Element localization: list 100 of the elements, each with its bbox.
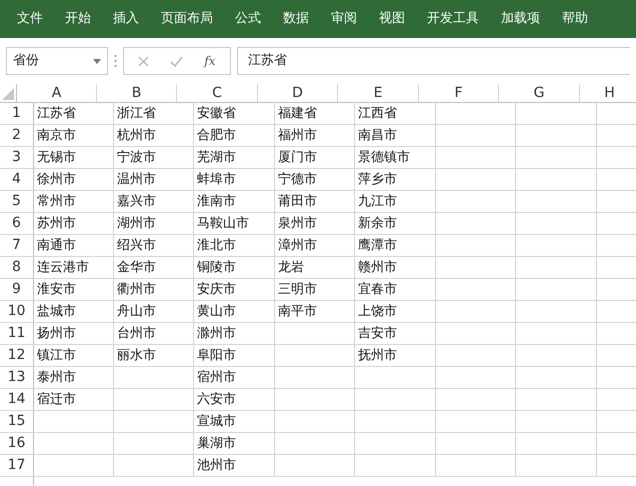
table-cell: 宁波市 — [117, 150, 156, 165]
caret-icon — [93, 58, 101, 64]
triangle-icon — [2, 88, 14, 100]
table-cell: 马鞍山市 — [197, 216, 249, 231]
table-cell: 宁德市 — [278, 172, 317, 187]
table-cell: 浙江省 — [117, 106, 156, 121]
row-header[interactable]: 7 — [0, 235, 34, 256]
ribbon-tab[interactable]: 数据 — [272, 4, 320, 34]
table-cell: 厦门市 — [278, 150, 317, 165]
ribbon-tab[interactable]: 开始 — [54, 4, 102, 34]
checkmark-icon[interactable] — [170, 56, 184, 66]
column-header[interactable]: G — [499, 84, 580, 102]
table-cell: 衢州市 — [117, 282, 156, 297]
table-cell: 安庆市 — [197, 282, 236, 297]
table-cell: 福建省 — [278, 106, 317, 121]
row-header[interactable]: 15 — [0, 411, 34, 432]
table-cell: 赣州市 — [358, 260, 397, 275]
column-header[interactable]: C — [177, 84, 258, 102]
row-header[interactable]: 16 — [0, 433, 34, 454]
table-cell: 嘉兴市 — [117, 194, 156, 209]
cancel-icon[interactable] — [138, 56, 150, 66]
table-cell: 盐城市 — [37, 304, 76, 319]
table-cell: 巢湖市 — [197, 436, 236, 451]
table-cell: 莆田市 — [278, 194, 317, 209]
table-cell: 南平市 — [278, 304, 317, 319]
ribbon-tab[interactable]: 公式 — [224, 4, 272, 34]
table-cell: 池州市 — [197, 458, 236, 473]
row-header[interactable]: 6 — [0, 213, 34, 234]
name-box[interactable]: 省份 — [6, 47, 108, 75]
table-cell: 宜春市 — [358, 282, 397, 297]
table-cell: 龙岩 — [278, 260, 304, 275]
table-cell: 合肥市 — [197, 128, 236, 143]
table-cell: 宿迁市 — [37, 392, 76, 407]
table-cell: 南京市 — [37, 128, 76, 143]
table-cell: 徐州市 — [37, 172, 76, 187]
ribbon-tab[interactable]: 文件 — [6, 4, 54, 34]
column-header[interactable]: A — [17, 84, 97, 102]
table-cell: 江西省 — [358, 106, 397, 121]
insert-function-button[interactable]: fx — [204, 52, 216, 70]
table-cell: 芜湖市 — [197, 150, 236, 165]
row-header[interactable]: 11 — [0, 323, 34, 344]
table-cell: 黄山市 — [197, 304, 236, 319]
ribbon-tab[interactable]: 审阅 — [320, 4, 368, 34]
table-cell: 无锡市 — [37, 150, 76, 165]
table-cell: 安徽省 — [197, 106, 236, 121]
row-header[interactable]: 17 — [0, 455, 34, 476]
row-header[interactable]: 4 — [0, 169, 34, 190]
row-header[interactable]: 5 — [0, 191, 34, 212]
table-cell: 扬州市 — [37, 326, 76, 341]
table-cell: 九江市 — [358, 194, 397, 209]
table-cell: 淮安市 — [37, 282, 76, 297]
ribbon-tab[interactable]: 视图 — [368, 4, 416, 34]
table-cell: 铜陵市 — [197, 260, 236, 275]
table-cell: 漳州市 — [278, 238, 317, 253]
ribbon-tab[interactable]: 页面布局 — [150, 4, 224, 34]
table-cell: 江苏省 — [37, 106, 76, 121]
table-cell: 三明市 — [278, 282, 317, 297]
column-header[interactable]: F — [419, 84, 499, 102]
table-cell: 南昌市 — [358, 128, 397, 143]
ribbon-tab[interactable]: 帮助 — [551, 4, 599, 34]
select-all-corner[interactable] — [0, 84, 17, 102]
column-header[interactable]: D — [258, 84, 338, 102]
ribbon-tab[interactable]: 开发工具 — [416, 4, 490, 34]
name-box-value: 省份 — [13, 52, 39, 70]
table-cell: 景德镇市 — [358, 150, 410, 165]
row-header[interactable]: 3 — [0, 147, 34, 168]
row-header[interactable]: 13 — [0, 367, 34, 388]
row-header[interactable]: 9 — [0, 279, 34, 300]
column-header[interactable]: H — [580, 84, 636, 102]
row-header[interactable]: 14 — [0, 389, 34, 410]
table-cell: 吉安市 — [358, 326, 397, 341]
table-cell: 湖州市 — [117, 216, 156, 231]
row-header[interactable]: 2 — [0, 125, 34, 146]
ribbon-tab[interactable]: 加载项 — [490, 4, 551, 34]
column-header[interactable]: B — [97, 84, 177, 102]
table-cell: 苏州市 — [37, 216, 76, 231]
table-cell: 杭州市 — [117, 128, 156, 143]
table-cell: 淮南市 — [197, 194, 236, 209]
table-cell: 台州市 — [117, 326, 156, 341]
ribbon-tab[interactable]: 插入 — [102, 4, 150, 34]
table-cell: 宣城市 — [197, 414, 236, 429]
formula-value: 江苏省 — [248, 52, 287, 70]
column-header[interactable]: E — [338, 84, 419, 102]
formula-input[interactable]: 江苏省 — [237, 47, 630, 75]
table-cell: 南通市 — [37, 238, 76, 253]
table-cell: 六安市 — [197, 392, 236, 407]
table-cell: 常州市 — [37, 194, 76, 209]
table-cell: 金华市 — [117, 260, 156, 275]
table-cell: 连云港市 — [37, 260, 89, 275]
row-header[interactable]: 1 — [0, 103, 34, 124]
row-header[interactable]: 12 — [0, 345, 34, 366]
table-cell: 鹰潭市 — [358, 238, 397, 253]
row-header[interactable]: 10 — [0, 301, 34, 322]
table-cell: 镇江市 — [37, 348, 76, 363]
table-cell: 宿州市 — [197, 370, 236, 385]
table-cell: 上饶市 — [358, 304, 397, 319]
table-cell: 蚌埠市 — [197, 172, 236, 187]
row-header[interactable]: 8 — [0, 257, 34, 278]
table-cell: 福州市 — [278, 128, 317, 143]
table-cell: 滁州市 — [197, 326, 236, 341]
